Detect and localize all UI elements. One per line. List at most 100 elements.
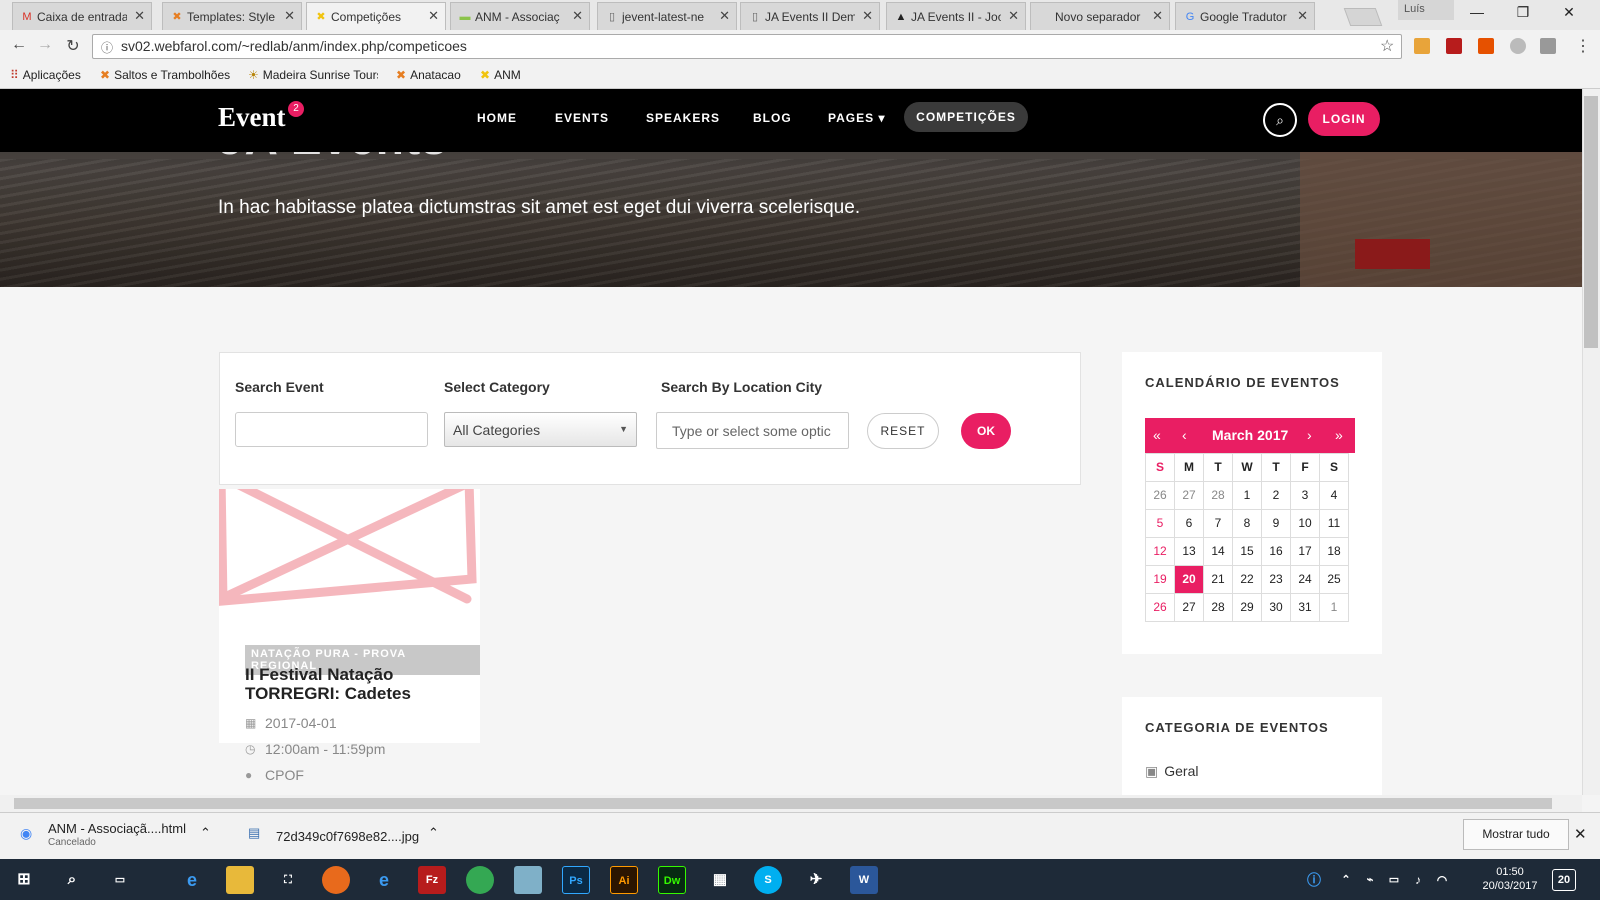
nav-pages[interactable]: PAGES ▾ [828,111,885,125]
calendar-day[interactable]: 31 [1290,593,1320,622]
firefox-icon[interactable] [322,866,350,894]
chrome-icon[interactable] [466,866,494,894]
wifi-icon[interactable]: ◠ [1428,866,1456,894]
nav-blog[interactable]: BLOG [753,111,792,125]
menu-icon[interactable]: ⋮ [1572,36,1594,56]
calendar-day[interactable]: 20 [1174,565,1204,594]
ok-button[interactable]: OK [961,413,1011,449]
minimize-icon[interactable]: — [1462,4,1492,24]
extension-icon[interactable] [1414,38,1430,54]
tab[interactable]: ✖ Competições ✕ [306,2,446,31]
show-all-button[interactable]: Mostrar tudo [1463,819,1569,850]
nav-competicoes[interactable]: COMPETIÇÕES [904,102,1028,132]
bookmark-item[interactable]: ⠿ Aplicações [10,68,81,82]
next-year-icon[interactable]: » [1335,427,1343,443]
close-tab-icon[interactable]: ✕ [428,8,439,24]
calendar-day[interactable]: 14 [1203,537,1233,566]
calendar-day[interactable]: 2 [1261,481,1291,510]
vertical-scroll-thumb[interactable] [1584,96,1598,348]
calendar-day[interactable]: 27 [1174,481,1204,510]
file-explorer-icon[interactable] [226,866,254,894]
dreamweaver-icon[interactable]: Dw [658,866,686,894]
calendar-day[interactable]: 12 [1145,537,1175,566]
calendar-day[interactable]: 18 [1319,537,1349,566]
calendar-day[interactable]: 3 [1290,481,1320,510]
nav-home[interactable]: HOME [477,111,517,125]
pdf-extension-icon[interactable] [1446,38,1462,54]
bookmark-item[interactable]: ✖ Saltos e Trambolhões [100,68,230,82]
new-tab-button[interactable] [1343,8,1383,26]
extension-icon[interactable] [1540,38,1556,54]
nav-speakers[interactable]: SPEAKERS [646,111,720,125]
calendar-day[interactable]: 9 [1261,509,1291,538]
photoshop-icon[interactable]: Ps [562,866,590,894]
close-tab-icon[interactable]: ✕ [1152,8,1163,24]
calendar-day[interactable]: 28 [1203,593,1233,622]
calendar-day[interactable]: 11 [1319,509,1349,538]
login-button[interactable]: LOGIN [1308,102,1380,136]
back-icon[interactable]: ← [8,36,30,54]
close-tab-icon[interactable]: ✕ [1008,8,1019,24]
calendar-day[interactable]: 15 [1232,537,1262,566]
search-icon[interactable]: ⌕ [1263,103,1297,137]
calendar-day[interactable]: 21 [1203,565,1233,594]
app-icon[interactable] [514,866,542,894]
calendar-day[interactable]: 25 [1319,565,1349,594]
office-extension-icon[interactable] [1478,38,1494,54]
address-bar[interactable]: ⓘ sv02.webfarol.com/~redlab/anm/index.ph… [92,34,1402,59]
tab[interactable]: Novo separador ✕ [1030,2,1170,30]
tab[interactable]: G Google Tradutor ✕ [1175,2,1315,30]
calendar-day[interactable]: 8 [1232,509,1262,538]
horizontal-scroll-thumb[interactable] [14,798,1552,809]
calendar-day[interactable]: 29 [1232,593,1262,622]
nav-events[interactable]: EVENTS [555,111,609,125]
calendar-day[interactable]: 24 [1290,565,1320,594]
close-tab-icon[interactable]: ✕ [862,8,873,24]
store-icon[interactable]: ⛶ [274,866,302,894]
calendar-day[interactable]: 26 [1145,481,1175,510]
site-logo[interactable]: Event [218,102,286,133]
tab[interactable]: ▲ JA Events II - Joo ✕ [886,2,1026,30]
task-view-icon[interactable]: ▭ [106,866,134,894]
bookmark-star-icon[interactable]: ☆ [1380,36,1394,56]
skype-icon[interactable]: S [754,866,782,894]
calendar-day[interactable]: 13 [1174,537,1204,566]
location-city-input[interactable]: Type or select some optic [656,412,849,449]
search-event-input[interactable] [235,412,428,447]
skype-extension-icon[interactable] [1510,38,1526,54]
edge-icon[interactable]: e [178,866,206,894]
category-select[interactable]: All Categories ▼ [444,412,637,447]
calendar-day[interactable]: 4 [1319,481,1349,510]
forward-icon[interactable]: → [34,36,56,54]
tab[interactable]: M Caixa de entrada ✕ [12,2,152,30]
tab[interactable]: ▯ jevent-latest-ne ✕ [597,2,737,30]
restore-icon[interactable]: ❐ [1508,4,1538,24]
calendar-day[interactable]: 26 [1145,593,1175,622]
calendar-day[interactable]: 7 [1203,509,1233,538]
illustrator-icon[interactable]: Ai [610,866,638,894]
internet-explorer-icon[interactable]: e [370,866,398,894]
close-tab-icon[interactable]: ✕ [284,8,295,24]
calendar-day[interactable]: 30 [1261,593,1291,622]
calendar-day[interactable]: 5 [1145,509,1175,538]
profile-button[interactable]: Luís [1398,0,1454,20]
prev-month-icon[interactable]: ‹ [1182,427,1187,443]
bookmark-item[interactable]: ✖ Anatacao [396,68,461,82]
calculator-icon[interactable]: ▦ [706,866,734,894]
calendar-day[interactable]: 1 [1319,593,1349,622]
category-item[interactable]: ▣ Geral [1145,763,1198,780]
action-center-icon[interactable]: 20 [1552,869,1576,891]
calendar-day[interactable]: 6 [1174,509,1204,538]
close-tab-icon[interactable]: ✕ [134,8,145,24]
reload-icon[interactable]: ↻ [62,36,84,56]
calendar-day[interactable]: 1 [1232,481,1262,510]
word-icon[interactable]: W [850,866,878,894]
close-window-icon[interactable]: ✕ [1554,4,1584,24]
event-title[interactable]: II Festival Natação TORREGRI: Cadetes [245,665,465,703]
close-tab-icon[interactable]: ✕ [572,8,583,24]
calendar-day[interactable]: 10 [1290,509,1320,538]
search-icon[interactable]: ⌕ [58,866,86,894]
next-month-icon[interactable]: › [1307,427,1312,443]
filezilla-icon[interactable]: Fz [418,866,446,894]
calendar-day[interactable]: 27 [1174,593,1204,622]
